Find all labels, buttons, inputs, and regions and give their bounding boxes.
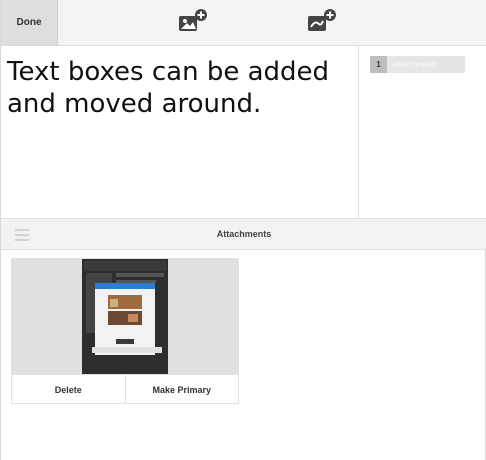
attachments-title: Attachments bbox=[216, 229, 272, 239]
add-image-icon[interactable] bbox=[177, 8, 211, 36]
make-primary-button[interactable]: Make Primary bbox=[124, 375, 239, 404]
attachment-actions: Delete Make Primary bbox=[12, 374, 238, 404]
menu-icon[interactable] bbox=[15, 229, 29, 241]
editor-canvas[interactable]: Text boxes can be added and moved around… bbox=[1, 46, 359, 218]
top-toolbar: Done bbox=[1, 0, 486, 46]
text-box[interactable]: Text boxes can be added and moved around… bbox=[7, 56, 347, 120]
attachment-thumbnail[interactable] bbox=[12, 259, 238, 374]
attachment-card: Delete Make Primary bbox=[11, 258, 239, 404]
add-attachment-icon[interactable] bbox=[306, 8, 340, 36]
delete-button[interactable]: Delete bbox=[12, 375, 125, 404]
attachments-count-badge: 1 bbox=[370, 56, 387, 73]
done-button[interactable]: Done bbox=[1, 0, 58, 45]
attachments-tab[interactable]: 1 Attachments bbox=[370, 56, 465, 73]
app-window: Done Text boxes can be added and moved a bbox=[0, 0, 486, 460]
attachments-tab-label: Attachments bbox=[387, 56, 465, 73]
attachments-header: Attachments bbox=[1, 218, 486, 250]
side-panel: 1 Attachments bbox=[359, 46, 486, 218]
